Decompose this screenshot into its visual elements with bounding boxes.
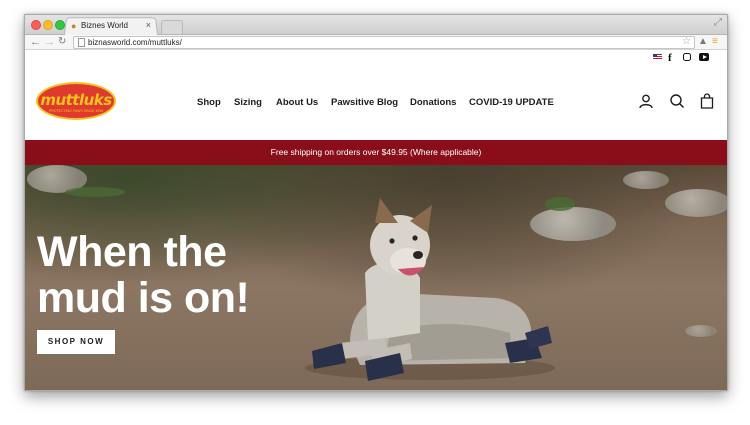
close-tab-icon[interactable]: × (146, 20, 151, 30)
shop-now-button[interactable]: SHOP NOW (37, 330, 115, 354)
background-rock (685, 325, 717, 337)
hero-banner: When the mud is on! SHOP NOW (25, 165, 727, 390)
account-icon[interactable] (638, 93, 654, 109)
hero-headline: When the mud is on! (37, 229, 297, 321)
back-icon[interactable]: ← (30, 35, 41, 49)
nav-sizing[interactable]: Sizing (234, 97, 262, 108)
address-bar[interactable]: biznasworld.com/muttluks/ ☆ (73, 36, 695, 49)
fullscreen-icon[interactable]: ⤢ (714, 17, 722, 28)
maximize-window-button[interactable] (55, 20, 65, 30)
background-rock (623, 171, 669, 189)
site-header: muttluks PROTECTING PAWS SINCE 1994 Shop… (25, 66, 727, 140)
nav-donations[interactable]: Donations (410, 97, 456, 108)
bookmark-star-icon[interactable]: ☆ (682, 36, 691, 48)
dog-image (305, 198, 555, 381)
background-grass (65, 187, 125, 197)
browser-toolbar: ← → ↻ biznasworld.com/muttluks/ ☆ ▲ ≡ (25, 35, 727, 50)
logo-text: muttluks (40, 91, 112, 109)
minimize-window-button[interactable] (43, 20, 53, 30)
nav-about-us[interactable]: About Us (276, 97, 318, 108)
utility-bar: f (25, 50, 727, 66)
hero-headline-line2: mud is on! (37, 274, 250, 322)
muttluks-logo[interactable]: muttluks PROTECTING PAWS SINCE 1994 (36, 82, 116, 120)
url-text: biznasworld.com/muttluks/ (88, 38, 182, 47)
us-flag-icon[interactable] (653, 54, 662, 60)
new-tab-button[interactable] (161, 20, 183, 34)
browser-window: ● Biznes World × ⤢ ← → ↻ biznasworld.com… (24, 14, 728, 391)
tab-bar: ● Biznes World × ⤢ (25, 15, 727, 36)
page-icon (78, 38, 85, 47)
tab-title: Biznes World (81, 21, 128, 30)
menu-icon[interactable]: ≡ (712, 36, 718, 48)
nav-shop[interactable]: Shop (197, 97, 221, 108)
browser-tab[interactable]: ● Biznes World × (71, 18, 157, 34)
forward-icon[interactable]: → (44, 35, 55, 49)
background-rock (665, 189, 727, 217)
logo-tagline: PROTECTING PAWS SINCE 1994 (48, 109, 104, 113)
facebook-icon[interactable]: f (668, 51, 672, 65)
reload-icon[interactable]: ↻ (58, 35, 66, 49)
youtube-icon[interactable] (699, 53, 709, 61)
cart-icon[interactable] (699, 93, 715, 109)
nav-covid-update[interactable]: COVID-19 UPDATE (469, 97, 554, 108)
close-window-button[interactable] (31, 20, 41, 30)
shipping-promo-banner[interactable]: Free shipping on orders over $49.95 (Whe… (25, 140, 727, 165)
search-icon[interactable] (669, 93, 685, 109)
hero-headline-line1: When the (37, 228, 227, 276)
extension-icon[interactable]: ▲ (698, 36, 708, 48)
pin-icon: ● (71, 21, 77, 31)
nav-pawsitive-blog[interactable]: Pawsitive Blog (331, 97, 398, 108)
instagram-icon[interactable] (683, 53, 691, 61)
